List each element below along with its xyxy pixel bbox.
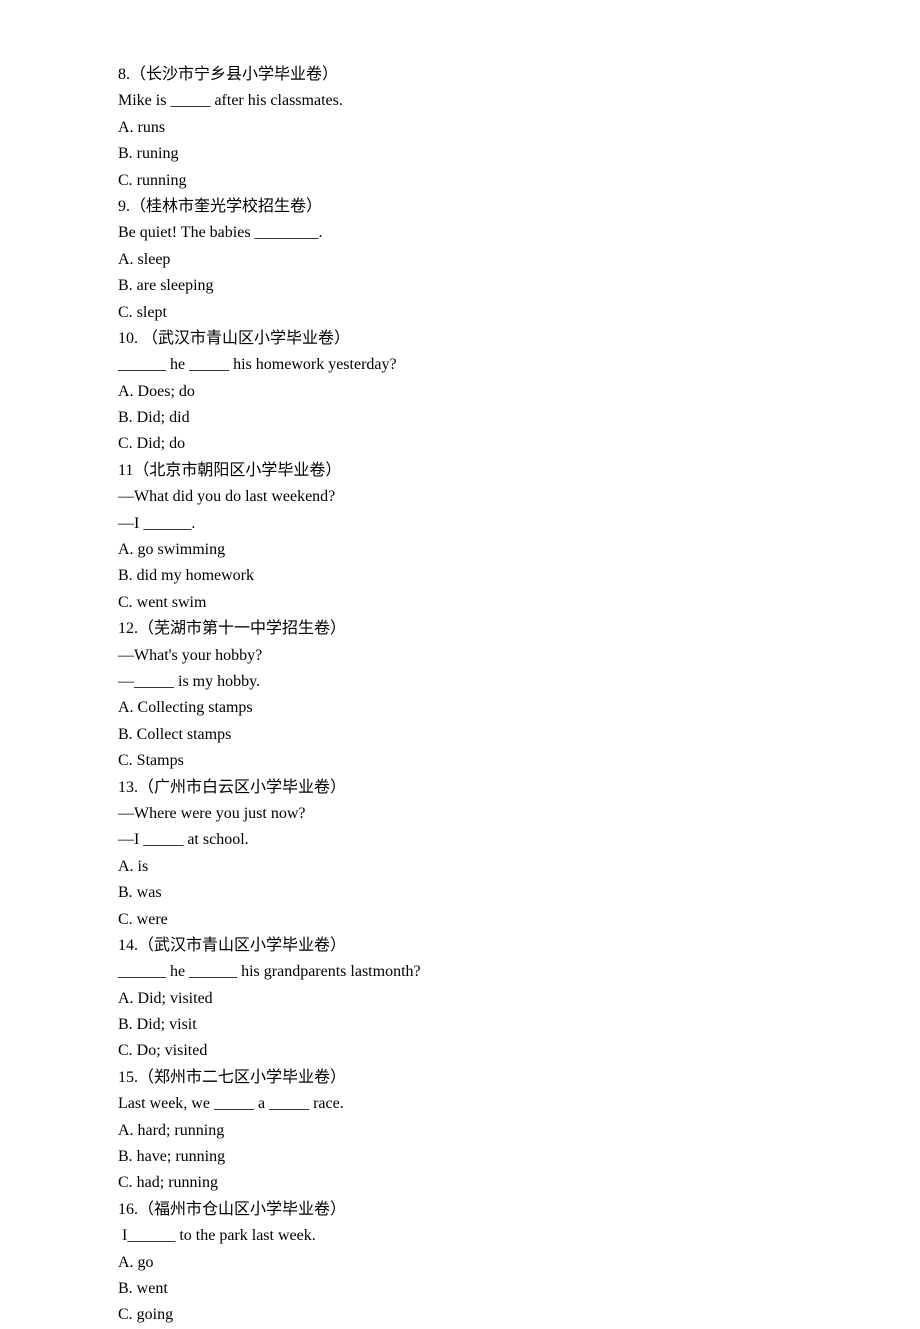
option: C. slept <box>118 300 920 326</box>
question-header: 8.（长沙市宁乡县小学毕业卷） <box>118 62 920 88</box>
option: A. hard; running <box>118 1118 920 1144</box>
question-16: 16.（福州市仓山区小学毕业卷） I______ to the park las… <box>118 1197 920 1329</box>
question-8: 8.（长沙市宁乡县小学毕业卷）Mike is _____ after his c… <box>118 62 920 194</box>
option: A. go <box>118 1250 920 1276</box>
option: B. runing <box>118 141 920 167</box>
question-14: 14.（武汉市青山区小学毕业卷）______ he ______ his gra… <box>118 933 920 1065</box>
option: A. go swimming <box>118 537 920 563</box>
question-stem: —Where were you just now? <box>118 801 920 827</box>
option: C. Do; visited <box>118 1038 920 1064</box>
option: A. Does; do <box>118 379 920 405</box>
question-stem: ______ he _____ his homework yesterday? <box>118 352 920 378</box>
question-header: 14.（武汉市青山区小学毕业卷） <box>118 933 920 959</box>
option: A. Did; visited <box>118 986 920 1012</box>
question-stem: I______ to the park last week. <box>118 1223 920 1249</box>
option: A. runs <box>118 115 920 141</box>
option: A. Collecting stamps <box>118 695 920 721</box>
question-stem: —I _____ at school. <box>118 827 920 853</box>
option: B. Collect stamps <box>118 722 920 748</box>
option: B. Did; did <box>118 405 920 431</box>
option: B. have; running <box>118 1144 920 1170</box>
question-header: 10. （武汉市青山区小学毕业卷） <box>118 326 920 352</box>
question-10: 10. （武汉市青山区小学毕业卷）______ he _____ his hom… <box>118 326 920 458</box>
option: C. running <box>118 168 920 194</box>
option: C. were <box>118 907 920 933</box>
question-header: 11（北京市朝阳区小学毕业卷） <box>118 458 920 484</box>
content-area: 8.（长沙市宁乡县小学毕业卷）Mike is _____ after his c… <box>118 62 920 1329</box>
option: C. had; running <box>118 1170 920 1196</box>
question-9: 9.（桂林市奎光学校招生卷）Be quiet! The babies _____… <box>118 194 920 326</box>
option: B. Did; visit <box>118 1012 920 1038</box>
option: C. going <box>118 1302 920 1328</box>
question-stem: Last week, we _____ a _____ race. <box>118 1091 920 1117</box>
question-stem: Mike is _____ after his classmates. <box>118 88 920 114</box>
option: A. sleep <box>118 247 920 273</box>
question-header: 12.（芜湖市第十一中学招生卷） <box>118 616 920 642</box>
question-header: 13.（广州市白云区小学毕业卷） <box>118 775 920 801</box>
option: C. Stamps <box>118 748 920 774</box>
document-page: 8.（长沙市宁乡县小学毕业卷）Mike is _____ after his c… <box>0 0 920 1329</box>
question-header: 15.（郑州市二七区小学毕业卷） <box>118 1065 920 1091</box>
question-header: 16.（福州市仓山区小学毕业卷） <box>118 1197 920 1223</box>
option: B. did my homework <box>118 563 920 589</box>
option: C. Did; do <box>118 431 920 457</box>
question-stem: Be quiet! The babies ________. <box>118 220 920 246</box>
question-15: 15.（郑州市二七区小学毕业卷）Last week, we _____ a __… <box>118 1065 920 1197</box>
question-stem: —What's your hobby? <box>118 643 920 669</box>
option: A. is <box>118 854 920 880</box>
question-stem: —What did you do last weekend? <box>118 484 920 510</box>
option: B. are sleeping <box>118 273 920 299</box>
option: C. went swim <box>118 590 920 616</box>
option: B. went <box>118 1276 920 1302</box>
question-12: 12.（芜湖市第十一中学招生卷）—What's your hobby?—____… <box>118 616 920 774</box>
question-stem: —_____ is my hobby. <box>118 669 920 695</box>
question-stem: ______ he ______ his grandparents lastmo… <box>118 959 920 985</box>
question-stem: —I ______. <box>118 511 920 537</box>
question-header: 9.（桂林市奎光学校招生卷） <box>118 194 920 220</box>
option: B. was <box>118 880 920 906</box>
question-11: 11（北京市朝阳区小学毕业卷）—What did you do last wee… <box>118 458 920 616</box>
question-13: 13.（广州市白云区小学毕业卷）—Where were you just now… <box>118 775 920 933</box>
